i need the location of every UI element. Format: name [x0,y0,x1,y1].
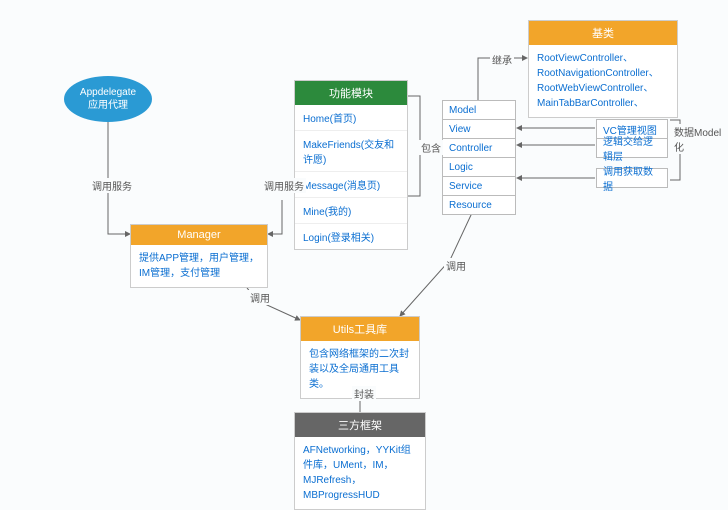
mvc-controller: Controller [442,138,516,158]
appdelegate-node: Appdelegate 应用代理 [64,76,152,122]
list-item: Home(首页) [295,105,407,130]
mvc-logic: Logic [442,157,516,177]
anno-logic: 逻辑交给逻辑层 [596,138,668,158]
mvc-resource: Resource [442,195,516,215]
label-inherit: 继承 [490,52,514,67]
mvc-model: Model [442,100,516,120]
anno-datamodel: 数据Model化 [672,124,728,154]
thirdparty-header: 三方框架 [295,413,425,437]
func-module-list: Home(首页) MakeFriends(交友和许愿) Message(消息页)… [295,105,407,249]
manager-body: 提供APP管理，用户管理，IM管理，支付管理 [131,245,267,287]
label-contain: 包含 [419,140,443,155]
list-item: Mine(我的) [295,197,407,223]
list-item: Login(登录相关) [295,223,407,249]
thirdparty-box: 三方框架 AFNetworking，YYKit组件库，UMent，IM，MJRe… [294,412,426,510]
base-class-box: 基类 RootViewController、RootNavigationCont… [528,20,678,118]
label-callservice2: 调用服务 [262,178,306,193]
list-item: Message(消息页) [295,171,407,197]
thirdparty-body: AFNetworking，YYKit组件库，UMent，IM，MJRefresh… [295,437,425,509]
label-wrap: 封装 [352,386,376,401]
appdelegate-title: Appdelegate [80,86,136,99]
anno-fetch: 调用获取数据 [596,168,668,188]
utils-header: Utils工具库 [301,317,419,341]
appdelegate-subtitle: 应用代理 [88,99,128,112]
mvc-view: View [442,119,516,139]
mvc-service: Service [442,176,516,196]
list-item: MakeFriends(交友和许愿) [295,130,407,171]
label-callservice1: 调用服务 [90,178,134,193]
label-call2: 调用 [444,258,468,273]
manager-box: Manager 提供APP管理，用户管理，IM管理，支付管理 [130,224,268,288]
func-module-box: 功能模块 Home(首页) MakeFriends(交友和许愿) Message… [294,80,408,250]
func-module-header: 功能模块 [295,81,407,105]
base-class-body: RootViewController、RootNavigationControl… [529,45,677,117]
label-call1: 调用 [248,290,272,305]
base-class-header: 基类 [529,21,677,45]
manager-header: Manager [131,225,267,245]
